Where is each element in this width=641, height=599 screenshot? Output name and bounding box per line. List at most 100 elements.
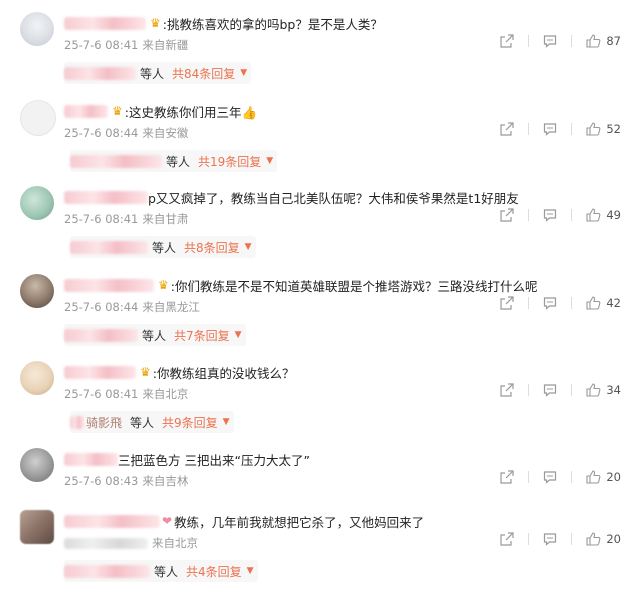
reply-who: 等人 <box>166 154 191 169</box>
divider <box>571 35 573 47</box>
reply-count-link[interactable]: 共19条回复 <box>198 153 261 170</box>
avatar[interactable] <box>20 510 54 544</box>
chevron-down-icon: ▼ <box>222 417 230 427</box>
like-count: 49 <box>606 208 621 222</box>
divider <box>528 123 530 135</box>
comment-text: 三把蓝色方 三把出来“压力大太了” <box>118 452 310 468</box>
divider <box>571 384 573 396</box>
comment-text: :挑教练喜欢的拿的吗bp？是不是人类？ <box>162 16 383 32</box>
reply-summary[interactable]: 等人 共19条回复 ▼ <box>70 150 278 172</box>
divider <box>571 533 573 545</box>
comment-text: :你教练组真的没收钱么？ <box>152 365 295 381</box>
thumbs-up-icon <box>586 208 601 222</box>
share-icon[interactable] <box>500 34 514 48</box>
username[interactable] <box>64 514 160 528</box>
divider <box>571 471 573 483</box>
comment-date: 25-7-6 08:41 <box>64 212 139 226</box>
like-button[interactable]: 34 <box>586 383 621 397</box>
reply-users <box>64 66 136 80</box>
reply-who: 等人 <box>154 564 179 579</box>
comment-icon[interactable] <box>543 122 557 136</box>
share-icon[interactable] <box>500 383 514 397</box>
share-icon[interactable] <box>500 208 514 222</box>
reply-summary[interactable]: 等人 共84条回复 ▼ <box>64 62 252 84</box>
chevron-down-icon: ▼ <box>240 68 248 78</box>
username[interactable] <box>64 452 118 466</box>
divider <box>571 123 573 135</box>
divider <box>528 533 530 545</box>
comment-text: p又又疯掉了，教练当自己北美队伍呢？大伟和侯爷果然是t1好朋友 <box>148 190 519 206</box>
divider <box>528 384 530 396</box>
comment-icon[interactable] <box>543 532 557 546</box>
username[interactable] <box>64 190 148 204</box>
crown-icon: ♛ <box>158 278 169 292</box>
thumbs-up-icon <box>586 470 601 484</box>
username[interactable] <box>64 365 136 379</box>
like-button[interactable]: 20 <box>586 470 621 484</box>
share-icon[interactable] <box>500 532 514 546</box>
avatar[interactable] <box>20 12 54 46</box>
reply-count-link[interactable]: 共84条回复 <box>172 65 235 82</box>
avatar[interactable] <box>20 274 54 308</box>
avatar[interactable] <box>20 361 54 395</box>
reply-users <box>70 154 162 168</box>
comment-location: 来自吉林 <box>142 474 189 488</box>
divider <box>528 297 530 309</box>
comment-icon[interactable] <box>543 383 557 397</box>
reply-count-link[interactable]: 共8条回复 <box>184 239 240 256</box>
reply-summary[interactable]: 等人 共4条回复 ▼ <box>64 560 258 582</box>
comment-date: 25-7-6 08:41 <box>64 387 139 401</box>
crown-icon: ♛ <box>140 365 151 379</box>
thumbs-up-icon <box>586 122 601 136</box>
like-count: 20 <box>606 532 621 546</box>
comment-text: :你们教练是不是不知道英雄联盟是个推塔游戏？三路没线打什么呢 <box>170 278 538 294</box>
crown-icon: ♛ <box>150 16 161 30</box>
comment-icon[interactable] <box>543 34 557 48</box>
username[interactable] <box>64 16 146 30</box>
avatar[interactable] <box>20 448 54 482</box>
like-button[interactable]: 49 <box>586 208 621 222</box>
comment-location: 来自甘肃 <box>142 212 189 226</box>
divider <box>528 209 530 221</box>
share-icon[interactable] <box>500 122 514 136</box>
like-button[interactable]: 42 <box>586 296 621 310</box>
like-button[interactable]: 87 <box>586 34 621 48</box>
reply-count-link[interactable]: 共4条回复 <box>186 563 242 580</box>
thumbs-up-icon <box>586 296 601 310</box>
like-button[interactable]: 20 <box>586 532 621 546</box>
comment-icon[interactable] <box>543 208 557 222</box>
comment-date: 25-7-6 08:41 <box>64 38 139 52</box>
thumbs-up-icon <box>586 383 601 397</box>
like-button[interactable]: 52 <box>586 122 621 136</box>
share-icon[interactable] <box>500 296 514 310</box>
username[interactable] <box>64 104 108 118</box>
comment-text: :这史教练你们用三年👍 <box>124 104 258 120</box>
reply-who: 等人 <box>140 66 165 81</box>
reply-who: 等人 <box>152 240 177 255</box>
reply-prefix: 骑影飛 <box>86 415 123 430</box>
heart-icon: ❤ <box>162 514 173 528</box>
reply-count-link[interactable]: 共9条回复 <box>162 414 218 431</box>
reply-summary[interactable]: 等人 共8条回复 ▼ <box>70 236 256 258</box>
avatar[interactable] <box>20 186 54 220</box>
divider <box>528 35 530 47</box>
reply-who: 等人 <box>142 328 167 343</box>
avatar[interactable] <box>20 100 56 136</box>
comment-date: 25-7-6 08:44 <box>64 126 139 140</box>
comment-icon[interactable] <box>543 296 557 310</box>
divider <box>571 297 573 309</box>
thumbs-up-icon <box>586 34 601 48</box>
reply-users <box>64 564 150 578</box>
username[interactable] <box>64 278 154 292</box>
reply-users <box>64 328 138 342</box>
reply-count-link[interactable]: 共7条回复 <box>174 327 230 344</box>
reply-summary[interactable]: 骑影飛 等人 共9条回复 ▼ <box>70 411 234 433</box>
crown-icon: ♛ <box>112 104 123 118</box>
reply-who: 等人 <box>130 415 155 430</box>
like-count: 87 <box>606 34 621 48</box>
comment-location: 来自北京 <box>142 387 189 401</box>
reply-summary[interactable]: 等人 共7条回复 ▼ <box>64 324 246 346</box>
comment-text: 教练，几年前我就想把它杀了，又他妈回来了 <box>174 514 425 530</box>
comment-icon[interactable] <box>543 470 557 484</box>
share-icon[interactable] <box>500 470 514 484</box>
